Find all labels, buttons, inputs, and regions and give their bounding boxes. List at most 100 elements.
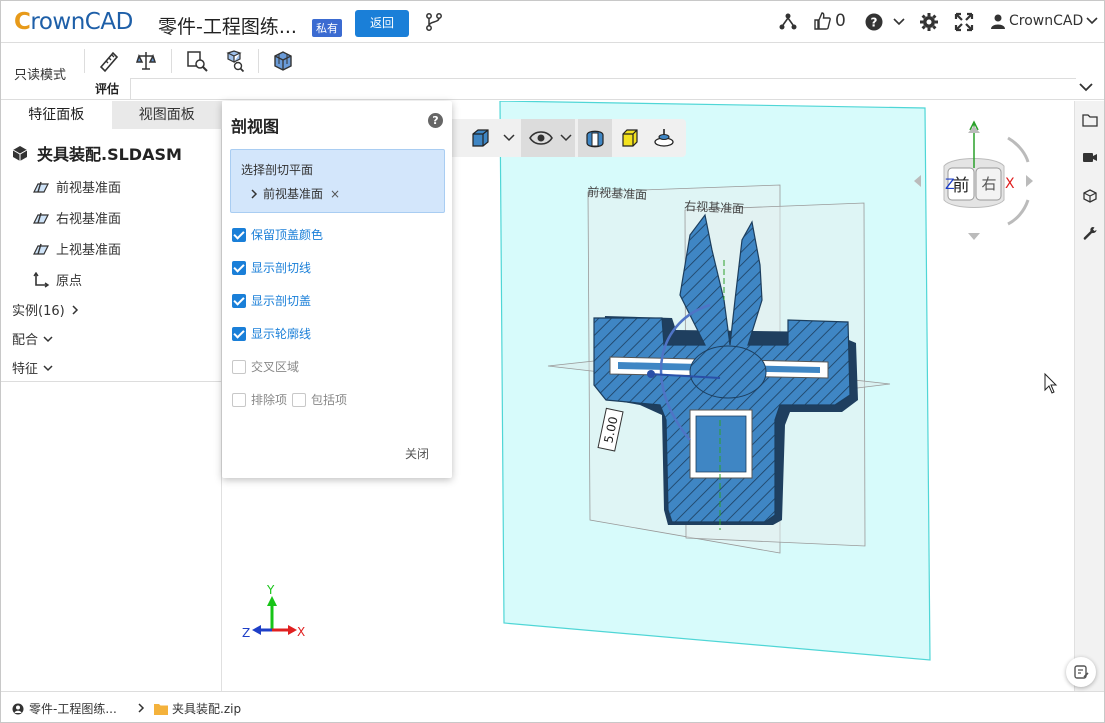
assembly-title[interactable]: 夹具装配.SLDASM bbox=[11, 141, 182, 165]
section-view-dialog: 剖视图 ? 选择剖切平面 前视基准面 × 保留顶盖颜色 显示剖切线 显示剖切盖 … bbox=[222, 101, 452, 478]
folder-icon[interactable] bbox=[1082, 112, 1098, 128]
gear-icon[interactable] bbox=[919, 12, 939, 32]
triad-x: X bbox=[297, 625, 305, 639]
back-button[interactable]: 返回 bbox=[355, 10, 409, 37]
triad-z: Z bbox=[242, 626, 250, 640]
file-name: 夹具装配.zip bbox=[172, 702, 242, 716]
folder-icon bbox=[154, 703, 168, 715]
wrench-icon[interactable] bbox=[1082, 226, 1098, 242]
cube-face-front[interactable]: 前 bbox=[953, 176, 970, 196]
exploded-view-icon[interactable] bbox=[652, 127, 676, 149]
option-exclude-items[interactable]: 排除项 bbox=[232, 391, 287, 408]
logo-initial: C bbox=[14, 9, 31, 35]
checkbox-checked[interactable] bbox=[232, 260, 246, 275]
svg-text:?: ? bbox=[871, 16, 878, 30]
tab-view-panel[interactable]: 视图面板 bbox=[111, 101, 222, 129]
project-name: 零件-工程图练... bbox=[29, 702, 117, 716]
group-instances[interactable]: 实例(16) bbox=[12, 300, 80, 319]
ribbon-toolbar: 只读模式 评估 bbox=[1, 43, 1104, 100]
group-features[interactable]: 特征 bbox=[12, 358, 53, 377]
breadcrumb-separator-icon bbox=[138, 703, 145, 713]
part-cube-icon[interactable] bbox=[1082, 188, 1098, 204]
option-show-section-cap[interactable]: 显示剖切盖 bbox=[232, 292, 311, 309]
view-roll-ccw-icon[interactable] bbox=[1007, 199, 1030, 226]
tree-item-label: 原点 bbox=[56, 274, 83, 289]
assembly-icon bbox=[12, 146, 28, 161]
mass-properties-icon[interactable] bbox=[134, 49, 158, 73]
close-button[interactable]: 关闭 bbox=[405, 445, 429, 462]
checkbox-checked[interactable] bbox=[232, 326, 246, 341]
option-label: 排除项 bbox=[251, 393, 288, 407]
cube-axis-x: X bbox=[1005, 176, 1015, 192]
feature-panel: 特征面板 视图面板 夹具装配.SLDASM 前视基准面 右视基准面 上视基准面 … bbox=[1, 101, 222, 691]
plane-icon bbox=[33, 243, 49, 255]
tab-feature-panel[interactable]: 特征面板 bbox=[1, 101, 112, 129]
camera-icon[interactable] bbox=[1082, 149, 1098, 165]
cube-face-right[interactable]: 右 bbox=[981, 175, 996, 193]
right-rail bbox=[1074, 101, 1104, 691]
toolbar-divider bbox=[84, 49, 85, 73]
breadcrumb-file[interactable]: 夹具装配.zip bbox=[154, 700, 241, 717]
breadcrumb-project[interactable]: 零件-工程图练... bbox=[12, 700, 117, 717]
help-chevron-down-icon[interactable] bbox=[893, 17, 905, 27]
ribbon-collapse-chevron-icon[interactable] bbox=[1078, 79, 1094, 95]
appearance-icon[interactable] bbox=[619, 127, 641, 149]
visibility-chevron-down-icon[interactable] bbox=[560, 133, 572, 143]
likes[interactable]: 0 bbox=[812, 11, 846, 31]
view-roll-cw-icon[interactable] bbox=[1007, 136, 1030, 163]
section-plane-selector[interactable]: 选择剖切平面 前视基准面 × bbox=[230, 149, 445, 213]
tree-item-top-plane[interactable]: 上视基准面 bbox=[32, 239, 121, 258]
crowncad-logo[interactable]: CrownCAD bbox=[14, 9, 133, 35]
display-style-chevron-down-icon[interactable] bbox=[503, 133, 515, 143]
cube-axis-z: Z bbox=[945, 177, 955, 193]
option-include-items[interactable]: 包括项 bbox=[292, 391, 347, 408]
view-cube[interactable]: 前 右 Z X bbox=[943, 120, 1015, 208]
checkbox-unchecked[interactable] bbox=[292, 392, 306, 407]
document-title: 零件-工程图练... bbox=[158, 16, 297, 38]
checkbox-unchecked[interactable] bbox=[232, 392, 246, 407]
tree-item-front-plane[interactable]: 前视基准面 bbox=[32, 177, 121, 196]
interference-check-icon[interactable] bbox=[185, 49, 209, 73]
user-chevron-down-icon bbox=[1086, 17, 1098, 25]
option-show-outline[interactable]: 显示轮廓线 bbox=[232, 325, 311, 342]
chevron-down-icon bbox=[43, 364, 53, 371]
ribbon-tab-line bbox=[131, 78, 1076, 79]
checkbox-checked[interactable] bbox=[232, 227, 246, 242]
likes-count: 0 bbox=[835, 11, 846, 31]
chevron-down-icon bbox=[43, 335, 53, 342]
section-properties-icon[interactable] bbox=[271, 49, 295, 73]
measure-icon[interactable] bbox=[97, 49, 121, 73]
fullscreen-icon[interactable] bbox=[954, 12, 974, 32]
section-view-icon[interactable] bbox=[584, 127, 606, 149]
user-menu[interactable]: CrownCAD bbox=[990, 13, 1098, 29]
tree-item-label: 前视基准面 bbox=[56, 181, 122, 196]
tree-item-right-plane[interactable]: 右视基准面 bbox=[32, 208, 121, 227]
option-intersection-area[interactable]: 交叉区域 bbox=[232, 358, 299, 375]
dialog-title: 剖视图 bbox=[231, 117, 280, 136]
checkbox-checked[interactable] bbox=[232, 293, 246, 308]
panel-divider bbox=[1, 381, 222, 382]
group-mates[interactable]: 配合 bbox=[12, 329, 53, 348]
option-keep-cap-color[interactable]: 保留顶盖颜色 bbox=[232, 226, 323, 243]
selected-plane-chip[interactable]: 前视基准面 × bbox=[249, 185, 340, 202]
tree-item-origin[interactable]: 原点 bbox=[32, 270, 82, 289]
help-icon[interactable]: ? bbox=[865, 13, 883, 31]
dialog-help-icon[interactable]: ? bbox=[428, 113, 443, 128]
tab-evaluate[interactable]: 评估 bbox=[84, 78, 131, 100]
user-icon bbox=[991, 14, 1005, 29]
feedback-button[interactable] bbox=[1066, 657, 1096, 687]
group-label: 配合 bbox=[12, 333, 39, 348]
eye-icon[interactable] bbox=[529, 128, 553, 148]
share-icon[interactable] bbox=[778, 12, 798, 32]
plane-icon bbox=[33, 212, 49, 224]
view-rotate-right-icon[interactable] bbox=[1026, 175, 1033, 187]
checkbox-unchecked[interactable] bbox=[232, 359, 246, 374]
status-bar: 零件-工程图练... 夹具装配.zip bbox=[1, 691, 1104, 722]
branch-icon[interactable] bbox=[424, 12, 444, 32]
option-show-section-line[interactable]: 显示剖切线 bbox=[232, 259, 311, 276]
remove-plane-icon[interactable]: × bbox=[330, 187, 340, 201]
clearance-check-icon[interactable] bbox=[222, 49, 246, 73]
display-style-icon[interactable] bbox=[469, 127, 491, 149]
view-toolbar bbox=[436, 119, 686, 157]
view-rotate-down-icon[interactable] bbox=[968, 233, 980, 240]
